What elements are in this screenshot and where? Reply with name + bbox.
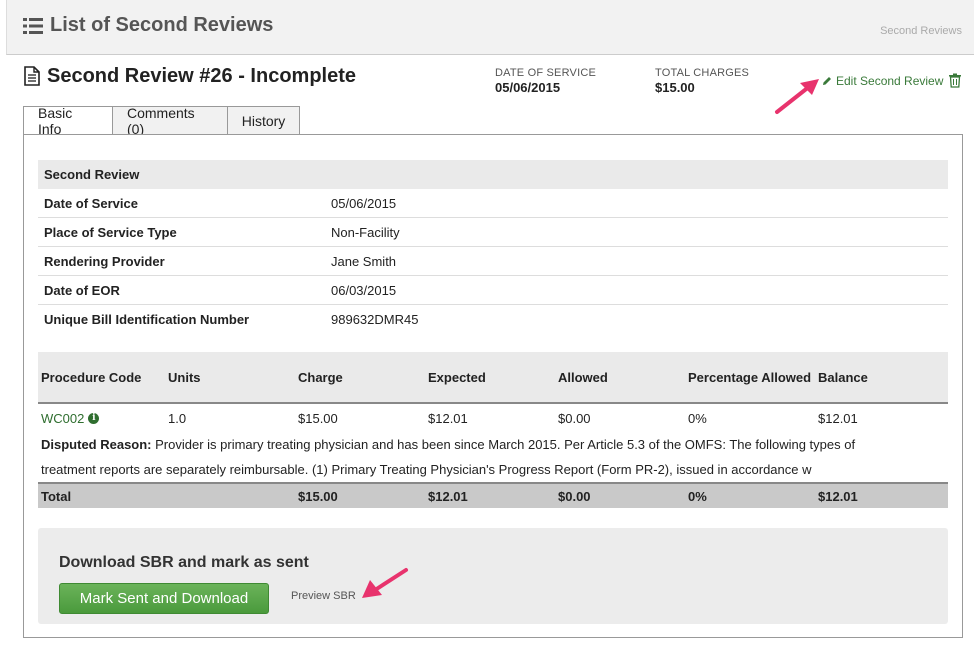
- total-row: Total $15.00 $12.01 $0.00 0% $12.01: [38, 482, 948, 508]
- review-title: Second Review #26 - Incomplete: [47, 65, 356, 87]
- info-row: Rendering Provider Jane Smith: [38, 247, 948, 276]
- date-of-service-label: DATE OF SERVICE: [495, 67, 597, 79]
- column-header: Allowed: [558, 369, 608, 385]
- total-expected: $12.01: [428, 488, 468, 504]
- procedure-table: Procedure Code Units Charge Expected All…: [38, 352, 948, 508]
- annotation-arrow-edit: [775, 79, 819, 114]
- disputed-reason-label: Disputed Reason:: [41, 437, 152, 452]
- total-charge: $15.00: [298, 488, 338, 504]
- total-allowed: $0.00: [558, 488, 591, 504]
- charge-cell: $15.00: [298, 410, 338, 426]
- column-header: Units: [168, 369, 201, 385]
- total-charges-value: $15.00: [655, 80, 695, 95]
- info-value: 989632DMR45: [331, 312, 419, 327]
- preview-sbr-link[interactable]: Preview SBR: [291, 590, 356, 602]
- tab-basic-info[interactable]: Basic Info: [23, 105, 113, 137]
- page-title: List of Second Reviews: [50, 14, 274, 36]
- info-row: Place of Service Type Non-Facility: [38, 218, 948, 247]
- balance-cell: $12.01: [818, 410, 858, 426]
- procedure-table-header: Procedure Code Units Charge Expected All…: [38, 352, 948, 404]
- info-value: 06/03/2015: [331, 282, 397, 298]
- total-label: Total: [41, 488, 72, 504]
- column-header: Expected: [428, 369, 486, 385]
- download-sbr-box: Download SBR and mark as sent Mark Sent …: [38, 528, 948, 624]
- document-icon: [24, 66, 40, 86]
- page-header: List of Second Reviews Second Reviews: [6, 0, 974, 55]
- procedure-code-link[interactable]: WC002 i: [41, 410, 100, 426]
- second-review-info-table: Second Review Date of Service 05/06/2015…: [38, 160, 948, 334]
- basic-info-panel: Second Review Date of Service 05/06/2015…: [23, 134, 963, 638]
- info-key: Rendering Provider: [44, 253, 165, 269]
- info-key: Place of Service Type: [44, 224, 177, 240]
- total-percentage: 0%: [688, 488, 707, 504]
- date-of-service-value: 05/06/2015: [495, 80, 561, 95]
- expected-cell: $12.01: [428, 410, 468, 426]
- info-row: Date of Service 05/06/2015: [38, 189, 948, 218]
- tab-history[interactable]: History: [228, 106, 300, 135]
- column-header: Procedure Code: [41, 369, 142, 385]
- date-of-service-meta: DATE OF SERVICE 05/06/2015: [495, 67, 596, 95]
- column-header: Balance: [818, 369, 868, 385]
- tab-bar: Basic Info Comments (0) History: [23, 105, 300, 137]
- list-icon: [23, 18, 43, 34]
- info-value: 05/06/2015: [331, 195, 397, 211]
- tab-comments[interactable]: Comments (0): [113, 105, 228, 137]
- table-row: WC002 i 1.0 $15.00 $12.01 $0.00 0% $12.0…: [38, 404, 948, 432]
- info-key: Date of Service: [44, 195, 138, 211]
- units-cell: 1.0: [168, 410, 187, 426]
- disputed-reason-text-continued: treatment reports are separately reimbur…: [41, 462, 812, 477]
- disputed-reason-text: Provider is primary treating physician a…: [151, 437, 856, 452]
- total-balance: $12.01: [818, 488, 858, 504]
- info-row: Date of EOR 06/03/2015: [38, 276, 948, 305]
- info-key: Unique Bill Identification Number: [44, 312, 250, 327]
- download-sbr-title: Download SBR and mark as sent: [59, 554, 309, 571]
- info-row: Unique Bill Identification Number 989632…: [38, 305, 948, 334]
- info-table-heading: Second Review: [38, 160, 948, 189]
- procedure-code-cell: WC002 i: [38, 411, 168, 426]
- info-value: Jane Smith: [331, 253, 397, 269]
- annotation-arrow-preview: [362, 568, 408, 598]
- info-value: Non-Facility: [331, 224, 400, 240]
- trash-icon[interactable]: [948, 73, 962, 88]
- total-charges-label: TOTAL CHARGES: [655, 67, 750, 79]
- column-header: Percentage Allowed: [688, 369, 812, 385]
- column-header: Charge: [298, 369, 343, 385]
- info-icon[interactable]: i: [88, 412, 100, 424]
- info-key: Date of EOR: [44, 282, 120, 298]
- edit-second-review-link[interactable]: Edit Second Review: [822, 74, 943, 88]
- mark-sent-download-button[interactable]: Mark Sent and Download: [59, 583, 269, 614]
- allowed-cell: $0.00: [558, 410, 591, 426]
- breadcrumb[interactable]: Second Reviews: [880, 25, 962, 37]
- edit-second-review-label: Edit Second Review: [836, 74, 944, 88]
- disputed-reason: Disputed Reason: Provider is primary tre…: [38, 432, 948, 482]
- percentage-cell: 0%: [688, 410, 707, 426]
- pencil-icon: [823, 77, 831, 85]
- procedure-code: WC002: [41, 410, 85, 426]
- total-charges-meta: TOTAL CHARGES $15.00: [655, 67, 749, 95]
